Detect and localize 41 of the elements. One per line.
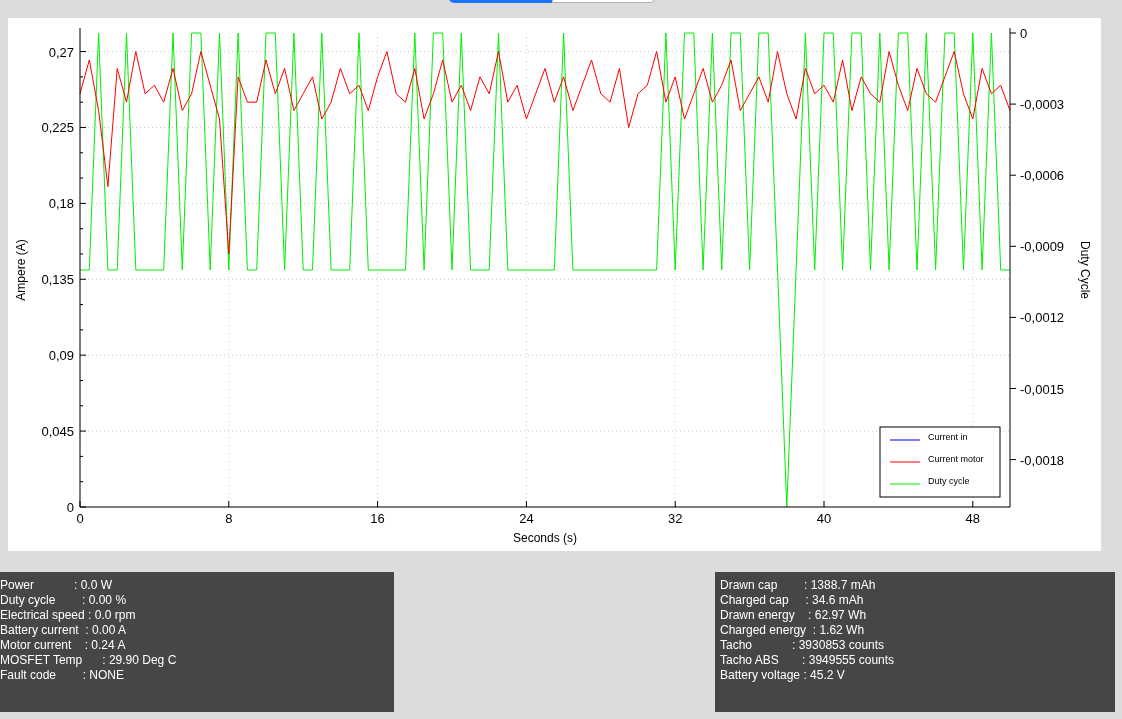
info-line: Drawn cap : 1388.7 mAh — [720, 578, 877, 593]
tick-label: 0,045 — [41, 424, 74, 440]
tick-label: -0,0015 — [1020, 381, 1065, 397]
legend-label: Current motor — [928, 454, 984, 464]
info-line: MOSFET Temp : 29.90 Deg C — [0, 653, 178, 668]
tick-label: -0,0018 — [1020, 452, 1065, 468]
tick-label: 16 — [370, 511, 385, 526]
info-line: Power : 0.0 W — [0, 578, 114, 593]
tick-label: 0,18 — [48, 196, 74, 212]
info-line: Electrical speed : 0.0 rpm — [0, 608, 137, 623]
tick-label: -0,0009 — [1020, 239, 1065, 255]
tick-label: 32 — [667, 511, 683, 526]
tick-label: 0,135 — [41, 272, 74, 288]
info-line: Motor current : 0.24 A — [0, 638, 127, 653]
info-line: Duty cycle : 0.00 % — [0, 593, 128, 608]
info-line: Battery voltage : 45.2 V — [720, 668, 846, 683]
axis-title: Duty Cycle — [1078, 241, 1092, 299]
info-line: Tacho : 3930853 counts — [720, 638, 886, 653]
tick-label: 0,09 — [48, 348, 74, 364]
info-line: Fault code : NONE — [0, 668, 126, 683]
tick-label: 0 — [76, 511, 84, 526]
tick-label: 0 — [66, 500, 74, 515]
tick-label: 8 — [225, 511, 233, 526]
info-line: Tacho ABS : 3949555 counts — [720, 653, 896, 668]
legend-label: Current in — [928, 432, 968, 442]
legend-label: Duty cycle — [928, 476, 970, 486]
tick-label: 48 — [965, 511, 981, 526]
tick-label: 0,27 — [48, 44, 74, 60]
tick-label: 40 — [816, 511, 832, 526]
info-line: Charged cap : 34.6 mAh — [720, 593, 865, 608]
info-line: Charged energy : 1.62 Wh — [720, 623, 866, 638]
tick-label: -0,0006 — [1020, 168, 1065, 184]
axis-title: Seconds (s) — [513, 531, 577, 545]
tick-label: -0,0003 — [1020, 97, 1065, 113]
info-line: Battery current : 0.00 A — [0, 623, 128, 638]
info-line: Drawn energy : 62.97 Wh — [720, 608, 868, 623]
tick-label: -0,0012 — [1020, 310, 1065, 326]
axis-title: Ampere (A) — [14, 239, 28, 301]
tick-label: 0,225 — [41, 120, 74, 136]
tick-label: 24 — [519, 511, 534, 526]
tick-label: 0 — [1020, 26, 1028, 41]
